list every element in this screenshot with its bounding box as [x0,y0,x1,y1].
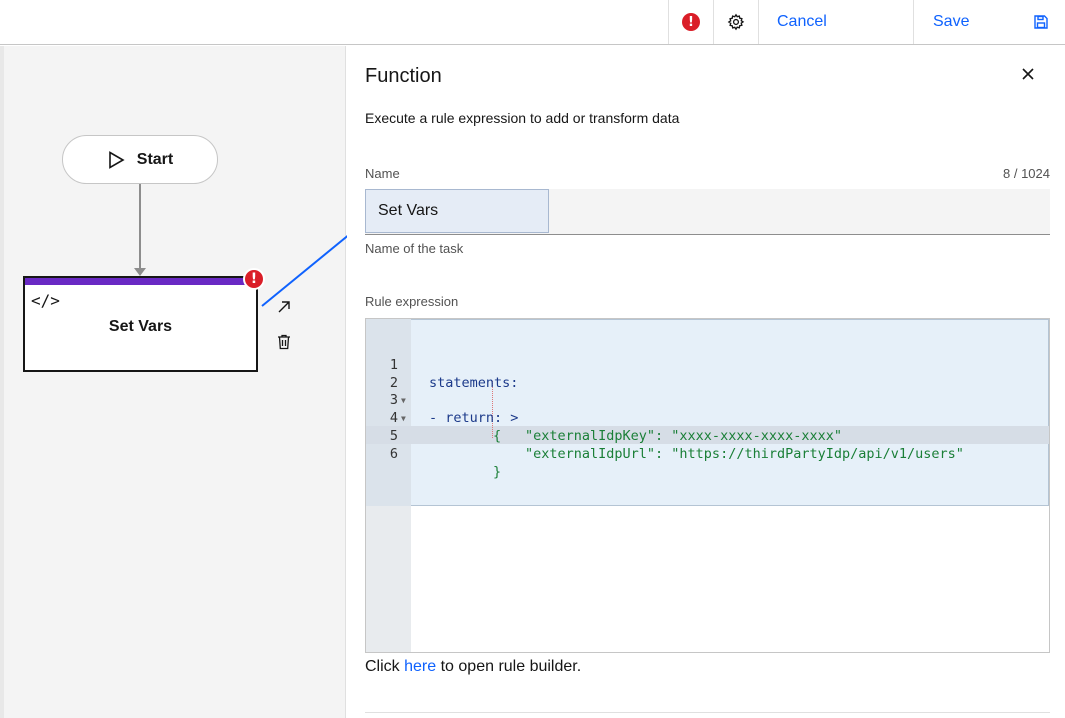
canvas-edge [0,46,4,718]
delete-task-button[interactable] [274,332,294,352]
rule-builder-hint: Click here to open rule builder. [365,658,581,676]
code-line: 1 statements: [366,339,1049,391]
rule-expression-editor[interactable]: 1 statements: 2 ▼ - return: > 3 ▼ { 4 "e… [365,318,1050,653]
task-node-title: Set Vars [108,318,173,335]
code-line: 6 } [366,428,1049,480]
code-lines: 1 statements: 2 ▼ - return: > 3 ▼ { 4 "e… [366,339,1049,480]
panel-divider [365,712,1050,713]
connector-arrowhead [134,268,146,276]
start-node-label: Start [136,150,174,168]
rule-expression-label: Rule expression [365,294,459,309]
code-icon: </> [31,291,60,310]
task-node-color-bar [25,278,256,285]
play-icon [108,150,125,169]
panel-description: Execute a rule expression to add or tran… [365,110,680,126]
name-field-label: Name [365,166,400,181]
name-input[interactable] [365,189,549,233]
flow-connector [139,184,141,270]
gear-icon [727,13,745,31]
settings-button[interactable] [713,0,758,44]
panel-title: Function [365,65,442,87]
code-line: 5 "externalIdpUrl": "https://thirdPartyI… [366,410,1049,462]
rule-builder-link[interactable]: here [404,658,436,675]
floppy-disk-icon [1034,15,1048,29]
code-text: "externalIdpUrl": "https://thirdPartyIdp… [525,445,964,462]
save-button[interactable]: Save [913,0,1065,44]
error-filled-icon: ! [682,13,700,31]
code-text: } [493,463,502,480]
code-line: 2 ▼ - return: > [366,357,1049,427]
code-line: 3 ▼ { [366,375,1049,444]
arrow-up-right-icon [278,301,290,313]
function-panel: Function Execute a rule expression to ad… [347,46,1065,718]
name-field-container [365,189,1050,235]
name-helper-text: Name of the task [365,241,464,256]
line-number: 6 [389,445,398,462]
code-line: 4 "externalIdpKey": "xxxx-xxxx-xxxx-xxxx… [366,392,1049,444]
error-button[interactable]: ! [668,0,713,44]
cancel-button[interactable]: Cancel [758,0,913,44]
expand-task-button[interactable] [274,297,294,317]
builder-hint-suffix: to open rule builder. [440,658,582,675]
top-toolbar: ! Cancel Save [0,0,1065,45]
close-panel-button[interactable] [1017,63,1039,85]
task-node-set-vars[interactable]: </> Set Vars [23,276,258,372]
close-icon [1022,68,1034,80]
name-char-count: 8 / 1024 [1003,166,1050,181]
trash-can-icon [278,334,290,350]
save-button-label: Save [933,13,970,30]
task-error-icon: ! [243,268,265,290]
builder-hint-prefix: Click [365,658,400,675]
start-node[interactable]: Start [62,135,218,184]
